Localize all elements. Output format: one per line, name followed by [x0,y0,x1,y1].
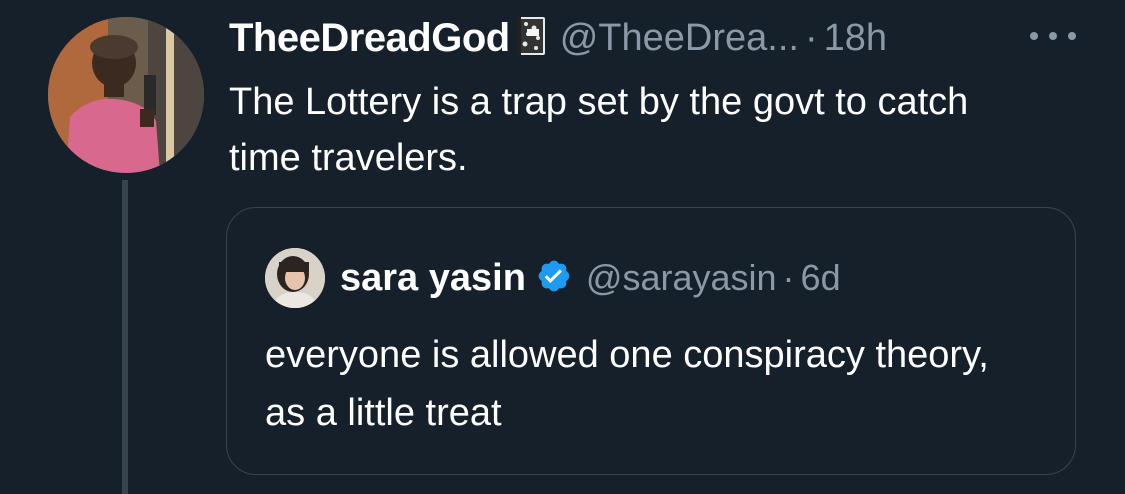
tweet-text: The Lottery is a trap set by the govt to… [229,81,969,179]
author-avatar[interactable] [48,17,204,173]
tweet-header: TheeDreadGod @TheeDrea... · 18h [229,10,887,66]
tweet[interactable]: TheeDreadGod @TheeDrea... · 18h The Lott… [0,0,1125,494]
quoted-tweet-text: everyone is allowed one conspiracy theor… [265,334,989,434]
more-options-icon[interactable] [1030,28,1076,44]
quoted-tweet-header: sara yasin @sarayasin · 6d [340,252,841,304]
thread-line [122,180,128,494]
author-handle[interactable]: @TheeDrea... [560,17,799,60]
separator-dot: · [804,16,818,59]
tweet-timestamp[interactable]: 18h [824,17,887,60]
quoted-author-name[interactable]: sara yasin [340,257,526,300]
separator-dot: · [782,257,795,298]
verified-badge-icon [536,258,572,299]
quoted-author-handle[interactable]: @sarayasin [586,257,777,299]
quoted-tweet-card[interactable]: sara yasin @sarayasin · 6d everyone is a… [226,207,1076,475]
composition-notebook-icon [516,16,546,61]
author-name[interactable]: TheeDreadGod [229,16,510,61]
quoted-author-avatar[interactable] [265,248,325,308]
quoted-tweet-timestamp[interactable]: 6d [801,257,841,299]
